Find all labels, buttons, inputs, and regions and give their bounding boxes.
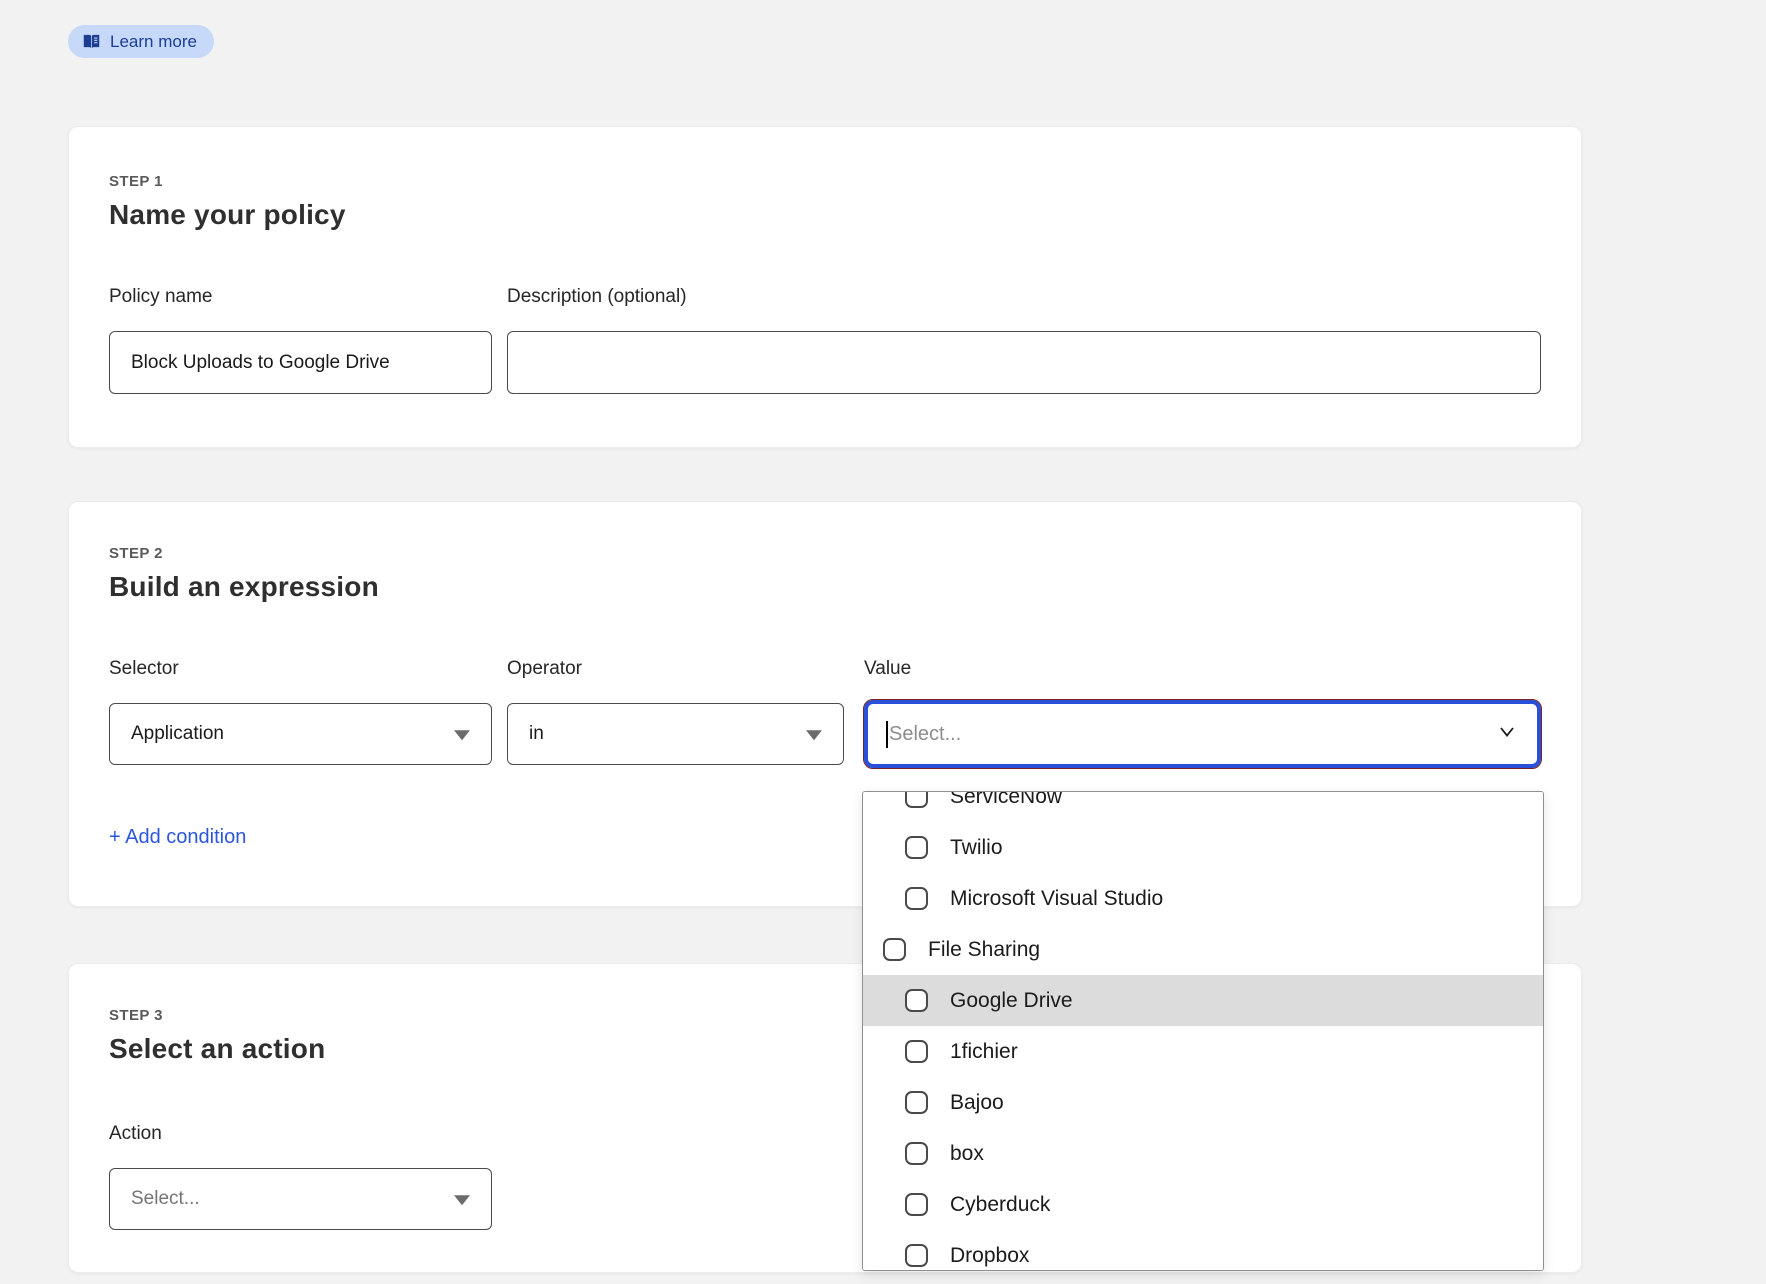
option-label: Cyberduck xyxy=(950,1193,1050,1217)
step1-label: STEP 1 xyxy=(109,173,1541,190)
action-field: Action Select... xyxy=(109,1123,492,1230)
action-select[interactable]: Select... xyxy=(109,1168,492,1230)
description-input[interactable] xyxy=(507,331,1541,394)
option-checkbox[interactable] xyxy=(905,887,928,910)
dropdown-option[interactable]: Google Drive xyxy=(863,975,1543,1026)
expression-row: Selector Application Operator in Value xyxy=(109,658,1541,768)
step1-title: Name your policy xyxy=(109,199,1541,231)
option-label: 1fichier xyxy=(950,1040,1018,1064)
option-label: Dropbox xyxy=(950,1244,1029,1268)
step2-label: STEP 2 xyxy=(109,545,1541,562)
option-label: File Sharing xyxy=(928,938,1040,962)
option-label: Google Drive xyxy=(950,989,1073,1013)
chevron-down-icon xyxy=(454,1195,470,1205)
description-label: Description (optional) xyxy=(507,286,1541,308)
application-dropdown-panel: ServiceNow Twilio Microsoft Visual Studio F… xyxy=(862,791,1544,1271)
operator-value: in xyxy=(529,723,544,745)
action-placeholder: Select... xyxy=(131,1188,200,1210)
dropdown-option[interactable]: Dropbox xyxy=(863,1230,1543,1271)
step1-card: STEP 1 Name your policy Policy name Desc… xyxy=(68,126,1582,448)
learn-more-button[interactable]: Learn more xyxy=(68,25,214,58)
dropdown-option[interactable]: Bajoo xyxy=(863,1077,1543,1128)
selector-select[interactable]: Application xyxy=(109,703,492,765)
option-checkbox[interactable] xyxy=(905,1091,928,1114)
add-condition-link[interactable]: + Add condition xyxy=(109,826,246,849)
value-label: Value xyxy=(864,658,1541,680)
step1-fields-row: Policy name Description (optional) xyxy=(109,286,1541,394)
step2-title: Build an expression xyxy=(109,571,1541,603)
option-checkbox[interactable] xyxy=(905,1244,928,1267)
policy-builder-page: Learn more STEP 1 Name your policy Polic… xyxy=(0,0,1766,1284)
chevron-down-icon[interactable] xyxy=(1496,721,1518,748)
chevron-down-icon xyxy=(806,730,822,740)
dropdown-option[interactable]: box xyxy=(863,1128,1543,1179)
option-checkbox[interactable] xyxy=(905,1040,928,1063)
policy-name-input[interactable] xyxy=(109,331,492,394)
chevron-down-icon xyxy=(454,730,470,740)
dropdown-option[interactable]: Microsoft Visual Studio xyxy=(863,873,1543,924)
selector-label: Selector xyxy=(109,658,492,680)
learn-more-label: Learn more xyxy=(110,32,197,52)
value-field: Value Select... xyxy=(864,658,1541,768)
operator-select[interactable]: in xyxy=(507,703,844,765)
selector-value: Application xyxy=(131,723,224,745)
dropdown-option[interactable]: ServiceNow xyxy=(863,791,1543,822)
book-icon xyxy=(82,33,101,50)
dropdown-option[interactable]: Twilio xyxy=(863,822,1543,873)
policy-name-field: Policy name xyxy=(109,286,492,394)
option-checkbox[interactable] xyxy=(905,836,928,859)
value-combobox[interactable]: Select... xyxy=(864,700,1541,768)
description-field: Description (optional) xyxy=(507,286,1541,394)
option-checkbox[interactable] xyxy=(905,1142,928,1165)
text-cursor xyxy=(886,721,888,748)
option-label: Twilio xyxy=(950,836,1003,860)
option-label: box xyxy=(950,1142,984,1166)
gap xyxy=(492,658,507,768)
policy-name-label: Policy name xyxy=(109,286,492,308)
dropdown-option[interactable]: File Sharing xyxy=(863,924,1543,975)
application-dropdown-list: ServiceNow Twilio Microsoft Visual Studio F… xyxy=(863,791,1543,1271)
option-checkbox[interactable] xyxy=(905,791,928,808)
dropdown-option[interactable]: 1fichier xyxy=(863,1026,1543,1077)
dropdown-option[interactable]: Cyberduck xyxy=(863,1179,1543,1230)
operator-field: Operator in xyxy=(507,658,844,768)
option-checkbox[interactable] xyxy=(905,989,928,1012)
operator-label: Operator xyxy=(507,658,844,680)
option-label: Bajoo xyxy=(950,1091,1004,1115)
option-label: Microsoft Visual Studio xyxy=(950,887,1163,911)
gap xyxy=(844,658,864,768)
option-checkbox[interactable] xyxy=(883,938,906,961)
action-label: Action xyxy=(109,1123,492,1145)
option-label: ServiceNow xyxy=(950,791,1062,809)
value-placeholder: Select... xyxy=(889,723,961,746)
selector-field: Selector Application xyxy=(109,658,492,768)
option-checkbox[interactable] xyxy=(905,1193,928,1216)
